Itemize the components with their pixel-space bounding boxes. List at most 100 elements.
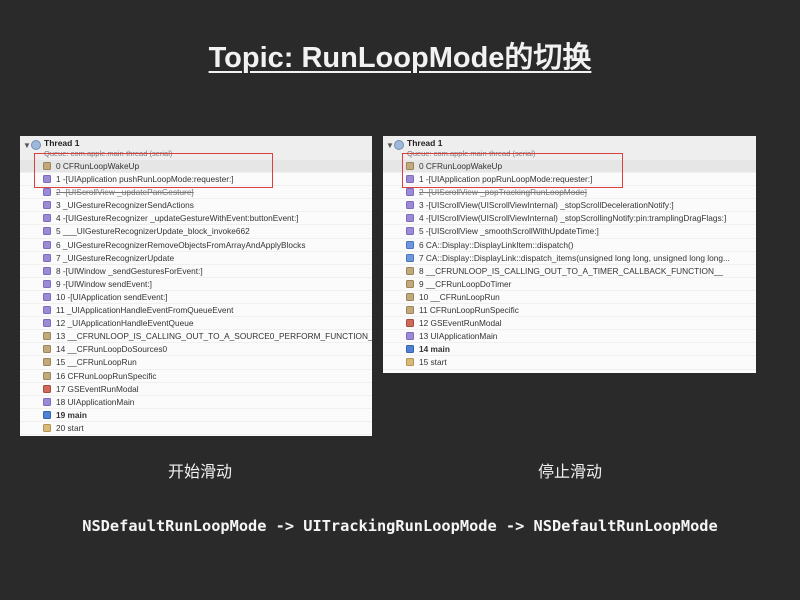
frame-icon (406, 162, 414, 170)
stack-frame-row[interactable]: 3 -[UIScrollView(UIScrollViewInternal) _… (383, 199, 756, 213)
frame-icon (406, 358, 414, 367)
frame-label: 6 CA::Display::DisplayLinkItem::dispatch… (419, 239, 574, 250)
frame-icon (43, 332, 51, 341)
frame-icon (43, 410, 51, 419)
frame-icon (43, 175, 51, 184)
stack-frame-row[interactable]: 16 CFRunLoopRunSpecific (20, 370, 372, 383)
frame-label: 17 GSEventRunModal (56, 383, 139, 394)
frame-label: 20 start (56, 422, 84, 433)
stack-frame-row[interactable]: 0 CFRunLoopWakeUp (20, 160, 372, 174)
disclosure-triangle-icon[interactable]: ▼ (23, 141, 31, 150)
stack-frame-row[interactable]: 4 -[UIScrollView(UIScrollViewInternal) _… (383, 212, 756, 226)
stack-frame-row[interactable]: 12 _UIApplicationHandleEventQueue (20, 317, 372, 331)
thread-header[interactable]: ▼ Thread 1 Queue: com.apple.main-thread … (383, 136, 756, 160)
frame-icon (43, 371, 51, 380)
stack-frame-row[interactable]: 18 UIApplicationMain (20, 396, 372, 409)
stack-frame-row[interactable]: 13 __CFRUNLOOP_IS_CALLING_OUT_TO_A_SOURC… (20, 330, 372, 344)
frame-icon (43, 162, 51, 170)
stack-frame-row[interactable]: 11 _UIApplicationHandleEventFromQueueEve… (20, 304, 372, 318)
stack-frame-row[interactable]: 6 CA::Display::DisplayLinkItem::dispatch… (383, 239, 756, 252)
stack-frame-row[interactable]: 1 -[UIApplication popRunLoopMode:request… (383, 173, 756, 187)
stack-frame-row[interactable]: 15 __CFRunLoopRun (20, 356, 372, 370)
frame-label: 15 start (419, 357, 447, 368)
stack-frame-row[interactable]: 4 -[UIGestureRecognizer _updateGestureWi… (20, 212, 372, 226)
stack-frame-list: 0 CFRunLoopWakeUp 1 -[UIApplication popRu… (383, 160, 756, 370)
stack-frame-row[interactable]: 5 -[UIScrollView _smoothScrollWithUpdate… (383, 225, 756, 239)
thread-icon (31, 140, 41, 150)
stack-frame-row[interactable]: 1 -[UIApplication pushRunLoopMode:reques… (20, 173, 372, 187)
stack-frame-row[interactable]: 5 ___UIGestureRecognizerUpdate_block_inv… (20, 225, 372, 239)
frame-label: 15 __CFRunLoopRun (56, 357, 137, 368)
stack-frame-row[interactable]: 13 UIApplicationMain (383, 330, 756, 344)
thread-icon (394, 140, 404, 150)
frame-icon (406, 345, 414, 354)
frame-label: 10 __CFRunLoopRun (419, 291, 500, 302)
stack-frame-row[interactable]: 14 main (383, 343, 756, 357)
stack-frame-list: 0 CFRunLoopWakeUp 1 -[UIApplication pushR… (20, 160, 372, 435)
frame-label: 1 -[UIApplication pushRunLoopMode:reques… (56, 174, 234, 185)
frame-icon (43, 397, 51, 406)
frame-icon (406, 253, 414, 262)
frame-icon (406, 292, 414, 301)
stack-frame-row[interactable]: 20 start (20, 422, 372, 435)
stack-frame-row[interactable]: 14 __CFRunLoopDoSources0 (20, 343, 372, 357)
stack-frame-row[interactable]: 19 main (20, 409, 372, 422)
stack-frame-row[interactable]: 7 _UIGestureRecognizerUpdate (20, 252, 372, 265)
stack-frame-row[interactable]: 3 _UIGestureRecognizerSendActions (20, 199, 372, 213)
frame-icon (43, 292, 51, 301)
stack-frame-row[interactable]: 15 start (383, 356, 756, 370)
frame-icon (406, 227, 414, 236)
frame-icon (43, 345, 51, 354)
stack-frame-row[interactable]: 7 CA::Display::DisplayLink::dispatch_ite… (383, 252, 756, 265)
frame-label: 12 _UIApplicationHandleEventQueue (56, 318, 194, 329)
frame-icon (406, 319, 414, 328)
stack-trace-panel-start-scroll: ▼ Thread 1 Queue: com.apple.main-thread … (20, 136, 372, 436)
frame-label: 6 _UIGestureRecognizerRemoveObjectsFromA… (56, 239, 306, 250)
stack-frame-row[interactable]: 11 CFRunLoopRunSpecific (383, 304, 756, 318)
frame-label: 18 UIApplicationMain (56, 396, 135, 407)
stack-frame-row[interactable]: 8 __CFRUNLOOP_IS_CALLING_OUT_TO_A_TIMER_… (383, 265, 756, 278)
stack-frame-row[interactable]: 10 __CFRunLoopRun (383, 291, 756, 305)
disclosure-triangle-icon[interactable]: ▼ (386, 141, 394, 150)
frame-label: 4 -[UIGestureRecognizer _updateGestureWi… (56, 213, 299, 224)
frame-icon (43, 319, 51, 328)
stack-frame-row[interactable]: 12 GSEventRunModal (383, 317, 756, 331)
frame-icon (43, 423, 51, 432)
thread-header[interactable]: ▼ Thread 1 Queue: com.apple.main-thread … (20, 136, 372, 160)
frame-label: 0 CFRunLoopWakeUp (56, 161, 140, 171)
stack-frame-row[interactable]: 17 GSEventRunModal (20, 383, 372, 396)
stack-frame-row[interactable]: 2 -[UIScrollView _updatePanGesture] (20, 186, 372, 200)
frame-label: 3 -[UIScrollView(UIScrollViewInternal) _… (419, 200, 674, 211)
frame-icon (43, 201, 51, 210)
frame-icon (406, 214, 414, 223)
stack-frame-row[interactable]: 9 __CFRunLoopDoTimer (383, 278, 756, 291)
frame-label: 14 __CFRunLoopDoSources0 (56, 344, 168, 355)
frame-icon (406, 332, 414, 341)
frame-label: 1 -[UIApplication popRunLoopMode:request… (419, 174, 593, 185)
frame-label: 19 main (56, 409, 87, 420)
frame-label: 0 CFRunLoopWakeUp (419, 161, 503, 171)
frame-label: 8 -[UIWindow _sendGesturesForEvent:] (56, 265, 203, 276)
frame-label: 9 __CFRunLoopDoTimer (419, 278, 512, 289)
stack-trace-panel-stop-scroll: ▼ Thread 1 Queue: com.apple.main-thread … (383, 136, 756, 373)
frame-label: 14 main (419, 344, 450, 355)
stack-frame-row[interactable]: 0 CFRunLoopWakeUp (383, 160, 756, 174)
frame-icon (43, 279, 51, 288)
stack-frame-row[interactable]: 2 -[UIScrollView _popTrackingRunLoopMode… (383, 186, 756, 200)
frame-icon (406, 201, 414, 210)
stack-frame-row[interactable]: 9 -[UIWindow sendEvent:] (20, 278, 372, 291)
stack-frame-row[interactable]: 8 -[UIWindow _sendGesturesForEvent:] (20, 265, 372, 278)
thread-name: Thread 1 (44, 138, 80, 148)
slide-title-text: Topic: RunLoopMode的切换 (208, 42, 592, 74)
frame-icon (43, 227, 51, 236)
stack-frame-row[interactable]: 10 -[UIApplication sendEvent:] (20, 291, 372, 305)
stack-frame-row[interactable]: 6 _UIGestureRecognizerRemoveObjectsFromA… (20, 239, 372, 252)
frame-label: 13 __CFRUNLOOP_IS_CALLING_OUT_TO_A_SOURC… (56, 331, 372, 342)
thread-queue: Queue: com.apple.main-thread (serial) (407, 149, 536, 158)
frame-label: 4 -[UIScrollView(UIScrollViewInternal) _… (419, 213, 727, 224)
frame-label: 3 _UIGestureRecognizerSendActions (56, 200, 194, 211)
caption-start-scroll: 开始滑动 (167, 464, 232, 481)
frame-icon (43, 214, 51, 223)
frame-icon (43, 266, 51, 275)
frame-label: 11 CFRunLoopRunSpecific (419, 305, 519, 316)
